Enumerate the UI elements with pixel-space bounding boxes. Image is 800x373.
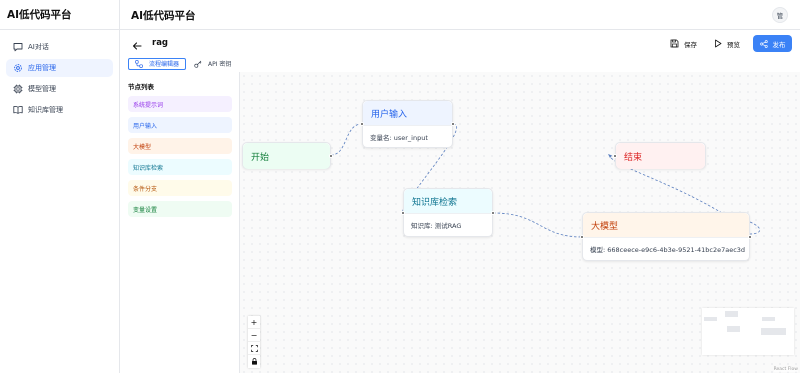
minimap-node [725,311,738,317]
node-end[interactable]: 结束 [613,142,706,169]
palette-item-knowledge-retrieval[interactable]: 知识库检索 [128,159,232,175]
edge-start-user-input [330,123,363,156]
edge-knowledge-llm [492,212,583,238]
tab-flow-editor[interactable]: 流程编辑器 [128,57,187,70]
palette-title: 节点列表 [128,83,154,91]
node-end-header: 结束 [616,143,705,169]
save-icon [670,39,679,48]
node-user-input-header: 用户输入 [363,101,452,125]
palette-item-condition-branch[interactable]: 条件分支 [128,180,232,196]
sidebar-item-app-management[interactable]: 应用管理 [6,59,113,77]
share-icon [759,39,768,48]
sidebar: AI低代码平台 AI对话 应用管理 模型管理 知识库管理 [0,0,120,373]
source-handle[interactable] [491,211,495,215]
node-llm-header: 大模型 [583,213,749,237]
zoom-out-button[interactable]: − [248,329,260,342]
node-title: 结束 [624,152,643,163]
flow-name: rag [152,38,169,48]
play-icon [715,39,722,48]
sidebar-item-label: 模型管理 [28,85,56,93]
minimap-node [704,317,717,321]
node-user-input-body: 变量名: user_input [363,125,452,147]
canvas-controls: + − [248,316,260,368]
edge-llm-loop [749,221,761,235]
sidebar-item-ai-chat[interactable]: AI对话 [6,38,113,56]
node-title: 大模型 [591,221,619,232]
palette-item-variable-setting[interactable]: 变量设置 [128,201,232,217]
react-flow-attribution[interactable]: React Flow [773,367,798,372]
minimap-node [761,328,786,335]
lock-button[interactable] [248,355,260,368]
brand-title: AI低代码平台 [0,0,119,30]
tab-label: 流程编辑器 [149,61,180,68]
node-start[interactable]: 开始 [242,142,333,169]
node-knowledge-header: 知识库检索 [404,189,492,213]
minimap-node [762,317,775,321]
editor-toolbar: rag 保存 预览 发布 [120,30,800,57]
sidebar-item-model-management[interactable]: 模型管理 [6,80,113,98]
sidebar-item-knowledge-base[interactable]: 知识库管理 [6,101,113,119]
node-llm-body: 模型: 668ceece-e9c6-4b3e-9521-41bc2e7aec3d [583,237,749,259]
sidebar-nav: AI对话 应用管理 模型管理 知识库管理 [0,30,119,119]
chat-icon [12,42,23,53]
minimap-node [727,326,740,332]
page-title: AI低代码平台 [131,10,196,22]
preview-button[interactable]: 预览 [714,36,740,51]
node-start-header: 开始 [243,143,330,169]
node-title: 开始 [251,152,270,163]
node-knowledge-body: 知识库: 测试RAG [404,213,492,235]
sidebar-item-label: 应用管理 [28,64,56,72]
target-handle[interactable] [580,235,584,239]
flow-icon [135,59,143,68]
palette-item-system-prompt[interactable]: 系统提示词 [128,96,232,112]
tab-api-key[interactable]: API 密钥 [188,58,237,70]
node-user-input[interactable]: 用户输入 变量名: user_input [360,100,455,148]
node-palette: 节点列表 系统提示词 用户输入 大模型 知识库检索 条件分支 变量设置 [120,72,240,373]
app-gear-icon [12,63,23,74]
save-label: 保存 [684,40,697,49]
lock-icon [251,358,257,365]
minimap[interactable] [702,308,794,355]
app-root: AI低代码平台 AI对话 应用管理 模型管理 知识库管理 AI低代码平台 管 r… [0,0,800,373]
target-handle[interactable] [360,122,364,126]
fit-view-icon [250,344,258,352]
node-title: 知识库检索 [412,197,458,208]
sidebar-item-label: 知识库管理 [28,106,63,114]
publish-label: 发布 [772,40,786,49]
top-header: AI低代码平台 管 [120,0,800,30]
fit-view-button[interactable] [248,342,260,355]
book-icon [12,105,23,116]
editor-tabs: 流程编辑器 API 密钥 [128,57,237,70]
node-llm[interactable]: 大模型 模型: 668ceece-e9c6-4b3e-9521-41bc2e7a… [580,212,752,261]
publish-button[interactable]: 发布 [753,35,792,52]
source-handle[interactable] [329,154,333,158]
avatar[interactable]: 管 [772,7,788,23]
sidebar-item-label: AI对话 [28,43,49,51]
target-handle[interactable] [401,211,405,215]
preview-label: 预览 [727,40,740,49]
chip-icon [12,84,23,95]
palette-item-user-input[interactable]: 用户输入 [128,117,232,133]
flow-canvas[interactable]: 开始 用户输入 变量名: user_input 知识库检索 知识库: 测试RAG… [240,72,800,373]
back-arrow-icon[interactable] [131,37,143,50]
palette-item-llm[interactable]: 大模型 [128,138,232,154]
source-handle[interactable] [451,122,455,126]
target-handle[interactable] [613,154,617,158]
zoom-in-button[interactable]: + [248,316,260,329]
save-button[interactable]: 保存 [670,36,697,51]
tab-label: API 密钥 [208,61,232,68]
end-arrow-icon [608,154,612,158]
key-icon [194,60,202,68]
source-handle[interactable] [748,235,752,239]
node-knowledge-retrieval[interactable]: 知识库检索 知识库: 测试RAG [401,188,495,237]
node-title: 用户输入 [371,109,408,120]
